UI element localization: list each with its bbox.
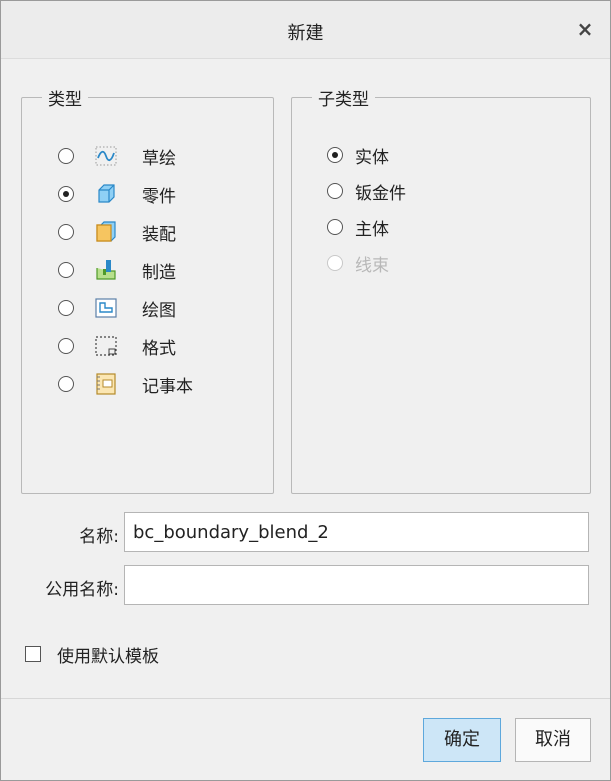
name-input[interactable] [124,512,589,552]
type-option-label: 装配 [142,224,176,245]
subtype-option-label: 钣金件 [355,183,406,204]
type-option-label: 零件 [142,186,176,207]
type-option-label: 绘图 [142,300,176,321]
type-option-label: 制造 [142,262,176,283]
type-option-label: 格式 [142,338,176,359]
manufacturing-icon [96,260,116,280]
new-dialog: 新建 × 类型 草绘 零件 装配 制造 绘图 格式 记事本 子类型 实体 钣金件… [0,0,611,781]
radio-button[interactable] [327,219,343,235]
type-option-manufacturing[interactable]: 制造 [58,257,176,283]
radio-button[interactable] [327,183,343,199]
notebook-icon [96,373,116,395]
checkbox[interactable] [25,646,41,662]
subtype-option-label: 线束 [355,255,389,276]
subtype-option-sheetmetal[interactable]: 钣金件 [327,178,406,204]
subtype-option-label: 主体 [355,219,389,240]
radio-button[interactable] [327,147,343,163]
cancel-button[interactable]: 取消 [515,718,591,762]
format-icon [95,336,117,356]
radio-button[interactable] [58,300,74,316]
subtype-option-solid[interactable]: 实体 [327,142,389,168]
subtype-group: 子类型 实体 钣金件 主体 线束 [291,85,591,494]
type-option-label: 草绘 [142,148,176,169]
use-default-template-option[interactable]: 使用默认模板 [25,642,159,667]
radio-button[interactable] [58,338,74,354]
subtype-group-label: 子类型 [312,85,375,110]
radio-button[interactable] [58,148,74,164]
type-option-sketch[interactable]: 草绘 [58,143,176,169]
type-option-drawing[interactable]: 绘图 [58,295,176,321]
part-icon [98,184,115,203]
type-option-assembly[interactable]: 装配 [58,219,176,245]
sketch-icon [95,146,117,166]
dialog-title: 新建 [287,23,324,44]
common-name-input[interactable] [124,565,589,605]
type-group: 类型 草绘 零件 装配 制造 绘图 格式 记事本 [21,85,274,494]
type-option-format[interactable]: 格式 [58,333,176,359]
type-option-part[interactable]: 零件 [58,181,176,207]
close-button[interactable]: × [574,18,596,40]
close-icon: × [576,17,594,41]
radio-button[interactable] [58,224,74,240]
footer-divider [1,698,610,699]
title-bar: 新建 × [1,1,610,59]
radio-button-disabled [327,255,343,271]
radio-button[interactable] [58,376,74,392]
name-label: 名称: [79,527,119,547]
radio-button[interactable] [58,186,74,202]
common-name-label: 公用名称: [45,580,119,600]
drawing-icon [95,298,117,318]
type-group-label: 类型 [42,85,88,110]
radio-button[interactable] [58,262,74,278]
subtype-option-label: 实体 [355,147,389,168]
subtype-option-harness: 线束 [327,250,389,276]
ok-button[interactable]: 确定 [423,718,501,762]
assembly-icon [96,221,116,242]
type-option-notebook[interactable]: 记事本 [58,371,193,397]
subtype-option-body[interactable]: 主体 [327,214,389,240]
type-option-label: 记事本 [142,376,193,397]
use-default-template-label: 使用默认模板 [57,646,159,667]
